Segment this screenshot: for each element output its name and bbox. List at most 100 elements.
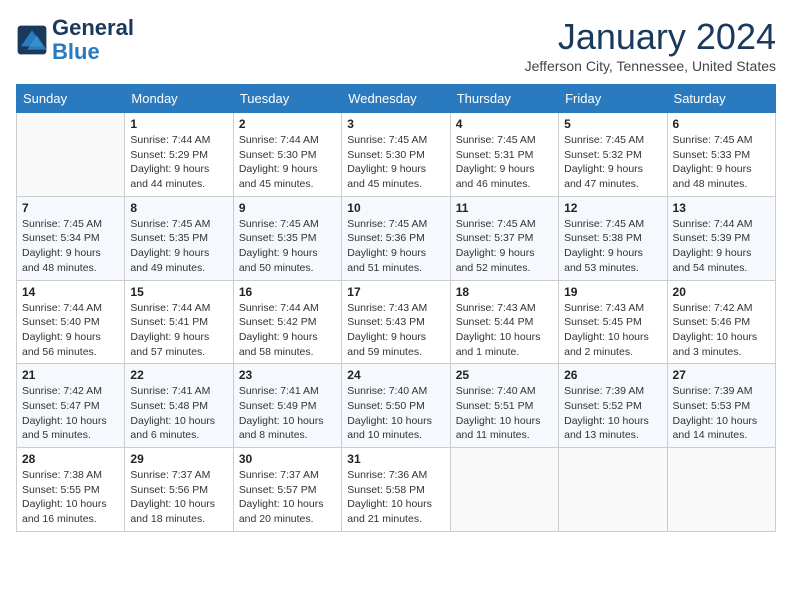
- day-number: 26: [564, 368, 661, 382]
- day-number: 29: [130, 452, 227, 466]
- location: Jefferson City, Tennessee, United States: [525, 58, 776, 74]
- day-number: 17: [347, 285, 444, 299]
- logo-blue: Blue: [52, 39, 100, 64]
- day-number: 22: [130, 368, 227, 382]
- weekday-header-friday: Friday: [559, 85, 667, 113]
- day-number: 12: [564, 201, 661, 215]
- day-info: Sunrise: 7:45 AM Sunset: 5:32 PM Dayligh…: [564, 133, 661, 192]
- day-number: 6: [673, 117, 770, 131]
- calendar-cell: 8 Sunrise: 7:45 AM Sunset: 5:35 PM Daylig…: [125, 196, 233, 280]
- calendar-cell: 1Sunrise: 7:44 AM Sunset: 5:29 PM Daylig…: [125, 113, 233, 197]
- calendar-week-2: 7 Sunrise: 7:45 AM Sunset: 5:34 PM Daylig…: [17, 196, 776, 280]
- calendar-cell: 6 Sunrise: 7:45 AM Sunset: 5:33 PM Daylig…: [667, 113, 775, 197]
- day-number: 13: [673, 201, 770, 215]
- calendar-cell: 9 Sunrise: 7:45 AM Sunset: 5:35 PM Daylig…: [233, 196, 341, 280]
- day-number: 3: [347, 117, 444, 131]
- day-number: 18: [456, 285, 553, 299]
- day-info: Sunrise: 7:44 AM Sunset: 5:40 PM Dayligh…: [22, 301, 119, 360]
- calendar-cell: 5Sunrise: 7:45 AM Sunset: 5:32 PM Daylig…: [559, 113, 667, 197]
- day-number: 25: [456, 368, 553, 382]
- day-info: Sunrise: 7:44 AM Sunset: 5:30 PM Dayligh…: [239, 133, 336, 192]
- calendar-body: 1Sunrise: 7:44 AM Sunset: 5:29 PM Daylig…: [17, 113, 776, 532]
- calendar-cell: 29 Sunrise: 7:37 AM Sunset: 5:56 PM Dayli…: [125, 448, 233, 532]
- day-info: Sunrise: 7:40 AM Sunset: 5:50 PM Dayligh…: [347, 384, 444, 443]
- calendar-cell: 14 Sunrise: 7:44 AM Sunset: 5:40 PM Dayli…: [17, 280, 125, 364]
- day-number: 2: [239, 117, 336, 131]
- calendar-cell: 11Sunrise: 7:45 AM Sunset: 5:37 PM Dayli…: [450, 196, 558, 280]
- calendar-cell: 22 Sunrise: 7:41 AM Sunset: 5:48 PM Dayli…: [125, 364, 233, 448]
- day-info: Sunrise: 7:40 AM Sunset: 5:51 PM Dayligh…: [456, 384, 553, 443]
- day-number: 14: [22, 285, 119, 299]
- calendar-cell: [559, 448, 667, 532]
- calendar-cell: 16Sunrise: 7:44 AM Sunset: 5:42 PM Dayli…: [233, 280, 341, 364]
- day-number: 15: [130, 285, 227, 299]
- day-number: 19: [564, 285, 661, 299]
- day-info: Sunrise: 7:42 AM Sunset: 5:47 PM Dayligh…: [22, 384, 119, 443]
- day-number: 20: [673, 285, 770, 299]
- day-info: Sunrise: 7:45 AM Sunset: 5:38 PM Dayligh…: [564, 217, 661, 276]
- calendar-cell: 17 Sunrise: 7:43 AM Sunset: 5:43 PM Dayli…: [342, 280, 450, 364]
- day-info: Sunrise: 7:45 AM Sunset: 5:33 PM Dayligh…: [673, 133, 770, 192]
- calendar-cell: [17, 113, 125, 197]
- calendar-cell: 18 Sunrise: 7:43 AM Sunset: 5:44 PM Dayli…: [450, 280, 558, 364]
- weekday-row: SundayMondayTuesdayWednesdayThursdayFrid…: [17, 85, 776, 113]
- day-number: 27: [673, 368, 770, 382]
- weekday-header-saturday: Saturday: [667, 85, 775, 113]
- day-info: Sunrise: 7:41 AM Sunset: 5:48 PM Dayligh…: [130, 384, 227, 443]
- page-header: General Blue January 2024 Jefferson City…: [16, 16, 776, 74]
- calendar-cell: 27 Sunrise: 7:39 AM Sunset: 5:53 PM Dayli…: [667, 364, 775, 448]
- calendar-week-3: 14 Sunrise: 7:44 AM Sunset: 5:40 PM Dayli…: [17, 280, 776, 364]
- day-number: 24: [347, 368, 444, 382]
- title-area: January 2024 Jefferson City, Tennessee, …: [525, 16, 776, 74]
- day-info: Sunrise: 7:39 AM Sunset: 5:53 PM Dayligh…: [673, 384, 770, 443]
- day-number: 23: [239, 368, 336, 382]
- calendar-cell: 12 Sunrise: 7:45 AM Sunset: 5:38 PM Dayli…: [559, 196, 667, 280]
- day-info: Sunrise: 7:37 AM Sunset: 5:56 PM Dayligh…: [130, 468, 227, 527]
- logo-general: General: [52, 15, 134, 40]
- day-info: Sunrise: 7:43 AM Sunset: 5:43 PM Dayligh…: [347, 301, 444, 360]
- calendar-table: SundayMondayTuesdayWednesdayThursdayFrid…: [16, 84, 776, 532]
- calendar-cell: 28Sunrise: 7:38 AM Sunset: 5:55 PM Dayli…: [17, 448, 125, 532]
- calendar-cell: 3Sunrise: 7:45 AM Sunset: 5:30 PM Daylig…: [342, 113, 450, 197]
- day-number: 9: [239, 201, 336, 215]
- calendar-week-1: 1Sunrise: 7:44 AM Sunset: 5:29 PM Daylig…: [17, 113, 776, 197]
- day-info: Sunrise: 7:37 AM Sunset: 5:57 PM Dayligh…: [239, 468, 336, 527]
- weekday-header-tuesday: Tuesday: [233, 85, 341, 113]
- calendar-cell: 31 Sunrise: 7:36 AM Sunset: 5:58 PM Dayli…: [342, 448, 450, 532]
- day-number: 11: [456, 201, 553, 215]
- weekday-header-wednesday: Wednesday: [342, 85, 450, 113]
- calendar-week-5: 28Sunrise: 7:38 AM Sunset: 5:55 PM Dayli…: [17, 448, 776, 532]
- day-info: Sunrise: 7:43 AM Sunset: 5:44 PM Dayligh…: [456, 301, 553, 360]
- day-number: 28: [22, 452, 119, 466]
- day-info: Sunrise: 7:45 AM Sunset: 5:34 PM Dayligh…: [22, 217, 119, 276]
- day-number: 1: [130, 117, 227, 131]
- day-number: 30: [239, 452, 336, 466]
- day-number: 7: [22, 201, 119, 215]
- calendar-cell: 2 Sunrise: 7:44 AM Sunset: 5:30 PM Daylig…: [233, 113, 341, 197]
- day-info: Sunrise: 7:45 AM Sunset: 5:35 PM Dayligh…: [130, 217, 227, 276]
- day-info: Sunrise: 7:45 AM Sunset: 5:31 PM Dayligh…: [456, 133, 553, 192]
- day-number: 8: [130, 201, 227, 215]
- calendar-cell: 10Sunrise: 7:45 AM Sunset: 5:36 PM Dayli…: [342, 196, 450, 280]
- weekday-header-sunday: Sunday: [17, 85, 125, 113]
- day-info: Sunrise: 7:42 AM Sunset: 5:46 PM Dayligh…: [673, 301, 770, 360]
- day-info: Sunrise: 7:39 AM Sunset: 5:52 PM Dayligh…: [564, 384, 661, 443]
- day-info: Sunrise: 7:45 AM Sunset: 5:35 PM Dayligh…: [239, 217, 336, 276]
- calendar-cell: 15 Sunrise: 7:44 AM Sunset: 5:41 PM Dayli…: [125, 280, 233, 364]
- calendar-cell: 30 Sunrise: 7:37 AM Sunset: 5:57 PM Dayli…: [233, 448, 341, 532]
- day-number: 21: [22, 368, 119, 382]
- day-info: Sunrise: 7:43 AM Sunset: 5:45 PM Dayligh…: [564, 301, 661, 360]
- calendar-cell: 25 Sunrise: 7:40 AM Sunset: 5:51 PM Dayli…: [450, 364, 558, 448]
- calendar-cell: 26 Sunrise: 7:39 AM Sunset: 5:52 PM Dayli…: [559, 364, 667, 448]
- day-number: 31: [347, 452, 444, 466]
- day-info: Sunrise: 7:41 AM Sunset: 5:49 PM Dayligh…: [239, 384, 336, 443]
- logo: General Blue: [16, 16, 134, 64]
- calendar-header: SundayMondayTuesdayWednesdayThursdayFrid…: [17, 85, 776, 113]
- day-info: Sunrise: 7:45 AM Sunset: 5:36 PM Dayligh…: [347, 217, 444, 276]
- day-info: Sunrise: 7:36 AM Sunset: 5:58 PM Dayligh…: [347, 468, 444, 527]
- day-info: Sunrise: 7:44 AM Sunset: 5:41 PM Dayligh…: [130, 301, 227, 360]
- calendar-cell: [450, 448, 558, 532]
- calendar-cell: 19 Sunrise: 7:43 AM Sunset: 5:45 PM Dayli…: [559, 280, 667, 364]
- calendar-cell: 13Sunrise: 7:44 AM Sunset: 5:39 PM Dayli…: [667, 196, 775, 280]
- weekday-header-thursday: Thursday: [450, 85, 558, 113]
